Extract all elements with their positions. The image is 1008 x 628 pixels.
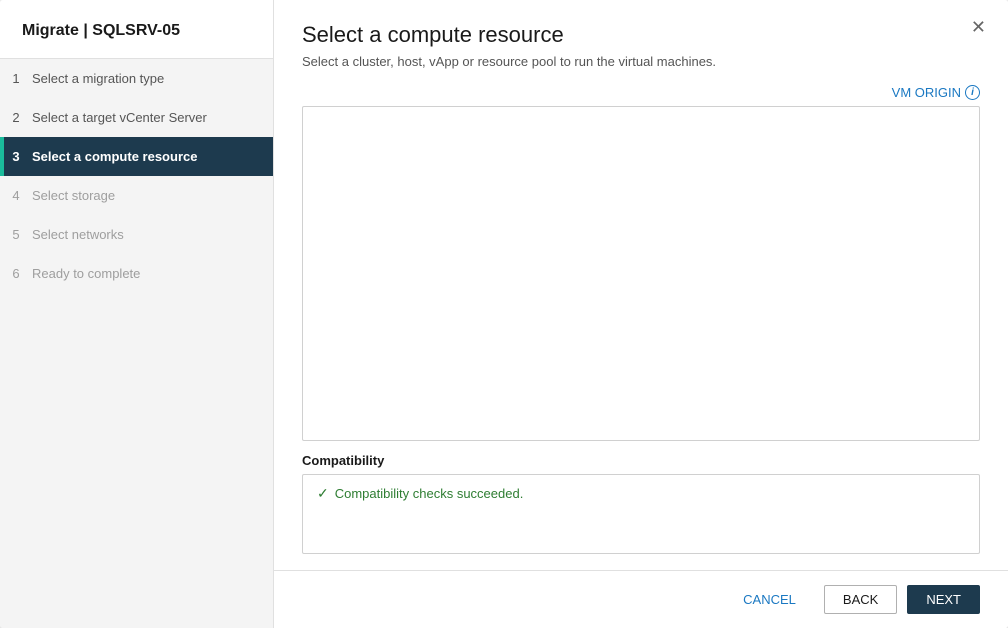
migrate-dialog: Migrate | SQLSRV-05 1Select a migration … <box>0 0 1008 628</box>
sidebar: Migrate | SQLSRV-05 1Select a migration … <box>0 0 274 628</box>
sidebar-step-6: 6Ready to complete <box>0 254 273 293</box>
compat-success-text: Compatibility checks succeeded. <box>335 486 524 501</box>
sidebar-step-5: 5Select networks <box>0 215 273 254</box>
check-icon: ✓ <box>317 485 329 502</box>
sidebar-title: Migrate | SQLSRV-05 <box>0 0 273 59</box>
resource-tree[interactable] <box>302 106 980 441</box>
page-subtitle: Select a cluster, host, vApp or resource… <box>302 54 980 69</box>
step-label: Select a compute resource <box>32 149 197 164</box>
main-header: Select a compute resource Select a clust… <box>274 0 1008 75</box>
compatibility-label: Compatibility <box>302 453 980 468</box>
step-label: Select a target vCenter Server <box>32 110 207 125</box>
sidebar-step-2[interactable]: 2Select a target vCenter Server <box>0 98 273 137</box>
step-num: 2 <box>0 110 32 125</box>
step-label: Ready to complete <box>32 266 140 281</box>
sidebar-step-1[interactable]: 1Select a migration type <box>0 59 273 98</box>
vm-origin-label: VM ORIGIN <box>892 85 961 100</box>
sidebar-step-4: 4Select storage <box>0 176 273 215</box>
step-num: 6 <box>0 266 32 281</box>
vm-origin-link[interactable]: VM ORIGIN i <box>892 85 980 100</box>
main-body: VM ORIGIN i Compatibility ✓ Compatibilit… <box>274 75 1008 570</box>
next-button[interactable]: NEXT <box>907 585 980 614</box>
step-num: 4 <box>0 188 32 203</box>
footer: CANCEL BACK NEXT <box>274 570 1008 628</box>
back-button[interactable]: BACK <box>824 585 897 614</box>
step-label: Select networks <box>32 227 124 242</box>
sidebar-step-3[interactable]: 3Select a compute resource <box>0 137 273 176</box>
step-label: Select a migration type <box>32 71 164 86</box>
info-icon: i <box>965 85 980 100</box>
step-label: Select storage <box>32 188 115 203</box>
step-num: 1 <box>0 71 32 86</box>
main-content: Select a compute resource Select a clust… <box>274 0 1008 628</box>
vm-origin-row: VM ORIGIN i <box>302 75 980 106</box>
compatibility-box: ✓ Compatibility checks succeeded. <box>302 474 980 554</box>
close-button[interactable]: ✕ <box>971 18 986 36</box>
sidebar-steps: 1Select a migration type2Select a target… <box>0 59 273 293</box>
step-num: 3 <box>0 149 32 164</box>
compatibility-section: Compatibility ✓ Compatibility checks suc… <box>302 453 980 554</box>
page-title: Select a compute resource <box>302 22 980 48</box>
compat-success: ✓ Compatibility checks succeeded. <box>317 485 965 502</box>
main-panel: Select a compute resource Select a clust… <box>274 0 1008 628</box>
step-num: 5 <box>0 227 32 242</box>
cancel-button[interactable]: CANCEL <box>725 586 814 613</box>
